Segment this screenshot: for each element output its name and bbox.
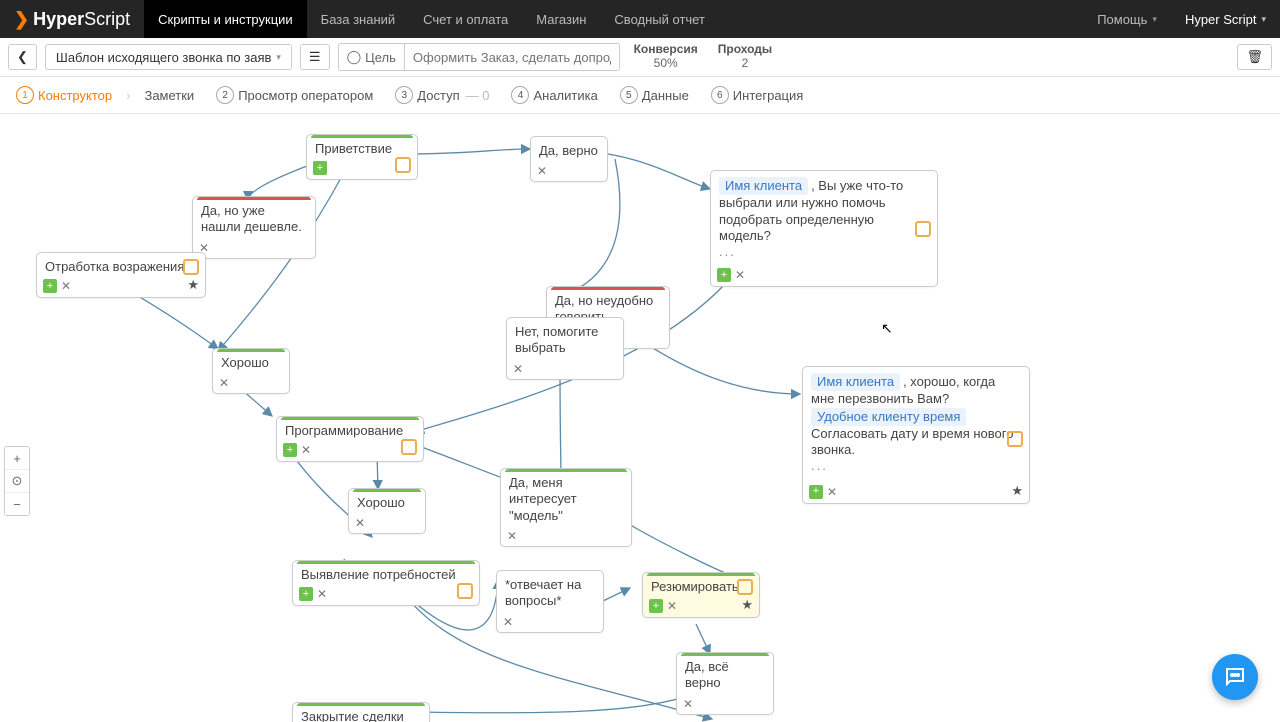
close-icon[interactable]: ✕ xyxy=(507,530,519,542)
goal-field: ◯ Цель xyxy=(338,43,620,71)
zoom-control: + ⊙ − xyxy=(4,446,30,516)
topright: Помощь▾ Hyper Script▾ xyxy=(1083,0,1280,38)
close-icon[interactable]: ✕ xyxy=(219,377,231,389)
delete-button[interactable]: 🗑 xyxy=(1237,44,1272,70)
token-client: Имя клиента xyxy=(719,177,808,195)
tab-access[interactable]: 3Доступ— 0 xyxy=(387,86,497,104)
close-icon[interactable]: ✕ xyxy=(513,363,525,375)
checkbox-icon[interactable] xyxy=(401,439,417,455)
topbar: ❯ HyperScript Скрипты и инструкции База … xyxy=(0,0,1280,38)
checkbox-icon[interactable] xyxy=(395,157,411,173)
checkbox-icon[interactable] xyxy=(915,221,931,237)
checkbox-icon[interactable] xyxy=(737,579,753,595)
star-icon[interactable]: ★ xyxy=(187,277,199,293)
node-resume[interactable]: Резюмировать ★ +✕ xyxy=(642,572,760,618)
tab-analytics[interactable]: 4Аналитика xyxy=(503,86,605,104)
tab-notes[interactable]: Заметки xyxy=(136,88,202,103)
node-yes-correct[interactable]: Да, верно ✕ xyxy=(530,136,608,182)
brand-chevron-icon: ❯ xyxy=(14,9,29,30)
brand-light: Script xyxy=(84,9,130,30)
checkbox-icon[interactable] xyxy=(457,583,473,599)
node-close-deal[interactable]: Закрытие сделки xyxy=(292,702,430,722)
plus-icon[interactable]: + xyxy=(299,587,313,601)
close-icon[interactable]: ✕ xyxy=(537,165,549,177)
cursor-icon: ↖ xyxy=(881,320,893,337)
node-ok1[interactable]: Хорошо ✕ xyxy=(212,348,290,394)
plus-icon[interactable]: + xyxy=(717,268,731,282)
toolbar: ❮ Шаблон исходящего звонка по заяв▾ ☰ ◯ … xyxy=(0,38,1280,77)
plus-icon[interactable]: + xyxy=(283,443,297,457)
plus-icon[interactable]: + xyxy=(649,599,663,613)
hamburger-button[interactable]: ☰ xyxy=(300,44,330,70)
plus-icon[interactable]: + xyxy=(313,161,327,175)
tab-data[interactable]: 5Данные xyxy=(612,86,697,104)
plus-icon[interactable]: + xyxy=(809,485,823,499)
goal-label[interactable]: ◯ Цель xyxy=(339,44,405,70)
user-menu[interactable]: Hyper Script▾ xyxy=(1171,0,1280,38)
token-time: Удобное клиенту время xyxy=(811,408,966,426)
step-tabs: 1Конструктор › Заметки 2Просмотр операто… xyxy=(0,77,1280,114)
plus-icon[interactable]: + xyxy=(43,279,57,293)
star-icon[interactable]: ★ xyxy=(1011,483,1023,499)
stat-conversion: Конверсия50% xyxy=(628,43,704,71)
node-objection[interactable]: Отработка возражения ★ +✕ xyxy=(36,252,206,298)
node-programming[interactable]: Программирование +✕ xyxy=(276,416,424,462)
template-select[interactable]: Шаблон исходящего звонка по заяв▾ xyxy=(45,44,292,70)
close-icon[interactable]: ✕ xyxy=(503,616,515,628)
nav-billing[interactable]: Счет и оплата xyxy=(409,0,522,38)
node-help-choose[interactable]: Нет, помогите выбрать ✕ xyxy=(506,317,624,380)
node-cheaper[interactable]: Да, но уже нашли дешевле. ✕ xyxy=(192,196,316,259)
node-answers[interactable]: *отвечает на вопросы* ✕ xyxy=(496,570,604,633)
breadcrumb-sep: › xyxy=(126,88,130,103)
stat-passes: Проходы2 xyxy=(712,43,778,71)
close-icon[interactable]: ✕ xyxy=(735,269,747,281)
zoom-out-button[interactable]: − xyxy=(5,493,29,515)
help-menu[interactable]: Помощь▾ xyxy=(1083,0,1171,38)
close-icon[interactable]: ✕ xyxy=(317,588,329,600)
brand: ❯ HyperScript xyxy=(0,0,144,38)
close-icon[interactable]: ✕ xyxy=(61,280,73,292)
checkbox-icon[interactable] xyxy=(183,259,199,275)
tab-constructor[interactable]: 1Конструктор xyxy=(8,86,120,104)
nav-report[interactable]: Сводный отчет xyxy=(600,0,719,38)
token-client: Имя клиента xyxy=(811,373,900,391)
node-greeting[interactable]: Приветствие + xyxy=(306,134,418,180)
tab-integration[interactable]: 6Интеграция xyxy=(703,86,812,104)
node-model[interactable]: Да, меня интересует "модель" ✕ xyxy=(500,468,632,547)
close-icon[interactable]: ✕ xyxy=(355,517,367,529)
node-yes-all[interactable]: Да, всё верно ✕ xyxy=(676,652,774,715)
node-callback[interactable]: Имя клиента, хорошо, когда мне перезвони… xyxy=(802,366,1030,504)
node-needs[interactable]: Выявление потребностей +✕ xyxy=(292,560,480,606)
close-icon[interactable]: ✕ xyxy=(827,486,839,498)
topnav: Скрипты и инструкции База знаний Счет и … xyxy=(144,0,719,38)
nav-scripts[interactable]: Скрипты и инструкции xyxy=(144,0,307,38)
chat-fab[interactable] xyxy=(1212,654,1258,700)
close-icon[interactable]: ✕ xyxy=(683,698,695,710)
zoom-reset-button[interactable]: ⊙ xyxy=(5,470,29,493)
tab-preview[interactable]: 2Просмотр оператором xyxy=(208,86,381,104)
canvas[interactable]: Приветствие + Да, верно ✕ Да, но уже наш… xyxy=(0,114,1280,722)
close-icon[interactable]: ✕ xyxy=(667,600,679,612)
close-icon[interactable]: ✕ xyxy=(301,444,313,456)
star-icon[interactable]: ★ xyxy=(741,597,753,613)
back-button[interactable]: ❮ xyxy=(8,44,37,70)
brand-bold: Hyper xyxy=(33,9,84,30)
nav-kb[interactable]: База знаний xyxy=(307,0,410,38)
goal-input[interactable] xyxy=(405,50,619,65)
nav-store[interactable]: Магазин xyxy=(522,0,600,38)
node-client-ask[interactable]: Имя клиента, Вы уже что-то выбрали или н… xyxy=(710,170,938,287)
node-ok2[interactable]: Хорошо ✕ xyxy=(348,488,426,534)
zoom-in-button[interactable]: + xyxy=(5,447,29,470)
checkbox-icon[interactable] xyxy=(1007,431,1023,447)
